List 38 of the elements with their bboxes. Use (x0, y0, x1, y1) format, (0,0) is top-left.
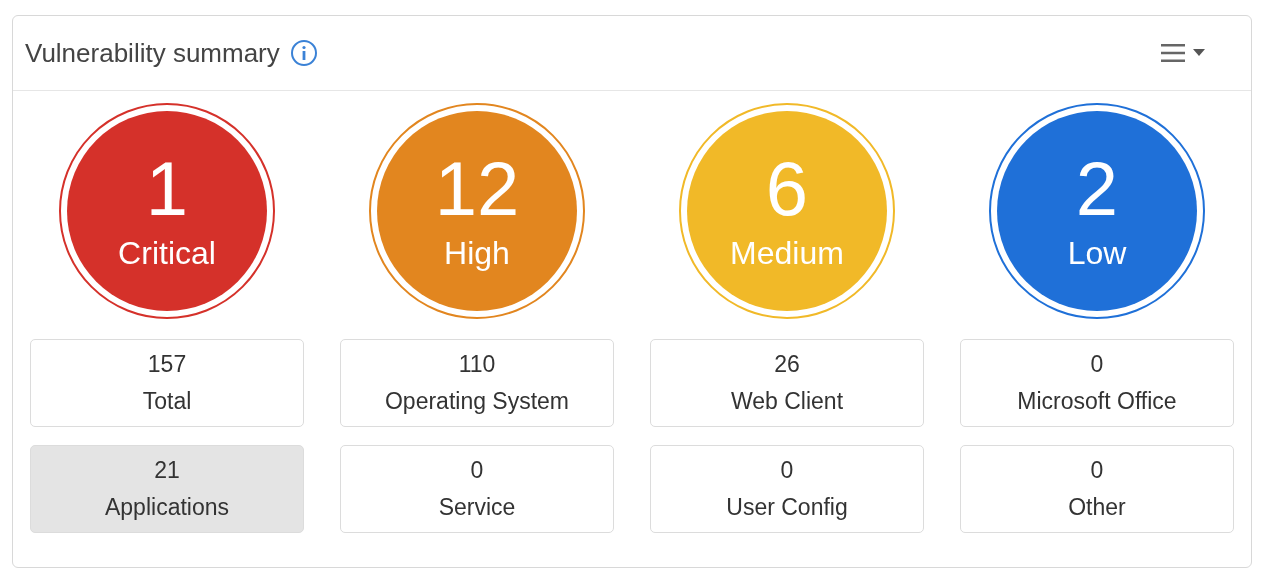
category-count: 157 (147, 351, 187, 378)
category-count: 110 (458, 351, 496, 378)
category-tile[interactable]: 0 Microsoft Office (960, 339, 1234, 427)
severity-label: Low (1067, 234, 1127, 273)
category-count: 0 (470, 457, 484, 484)
category-tile[interactable]: 0 User Config (650, 445, 924, 533)
severity-count: 12 (434, 149, 520, 229)
category-tile[interactable]: 0 Other (960, 445, 1234, 533)
severity-count: 6 (765, 149, 809, 229)
caret-icon (1193, 49, 1205, 57)
severity-count: 2 (1075, 149, 1119, 229)
category-label: Operating System (384, 388, 570, 415)
category-tile[interactable]: 26 Web Client (650, 339, 924, 427)
category-label: Web Client (730, 388, 844, 415)
category-tile[interactable]: 110 Operating System (340, 339, 614, 427)
category-count: 0 (1090, 351, 1104, 378)
category-label: User Config (726, 494, 848, 521)
category-label: Other (1068, 494, 1126, 521)
severity-count: 1 (145, 149, 189, 229)
category-label: Applications (105, 494, 229, 521)
severity-circle[interactable]: 1 Critical (67, 111, 267, 311)
severity-label: Medium (730, 234, 844, 273)
severity-circle[interactable]: 2 Low (997, 111, 1197, 311)
category-label: Total (142, 388, 192, 415)
category-count: 26 (774, 351, 800, 378)
severity-label: High (444, 234, 510, 273)
category-count: 0 (1090, 457, 1104, 484)
category-tile[interactable]: 157 Total (30, 339, 304, 427)
category-label: Service (438, 494, 516, 521)
menu-icon (1161, 43, 1185, 63)
category-tile[interactable]: 0 Service (340, 445, 614, 533)
severity-label: Critical (118, 234, 216, 273)
category-count: 0 (780, 457, 794, 484)
panel-title: Vulnerability summary (25, 37, 280, 69)
category-tile[interactable]: 21 Applications (30, 445, 304, 533)
info-icon[interactable] (289, 39, 318, 67)
category-count: 21 (154, 457, 180, 484)
category-label: Microsoft Office (1017, 388, 1177, 415)
